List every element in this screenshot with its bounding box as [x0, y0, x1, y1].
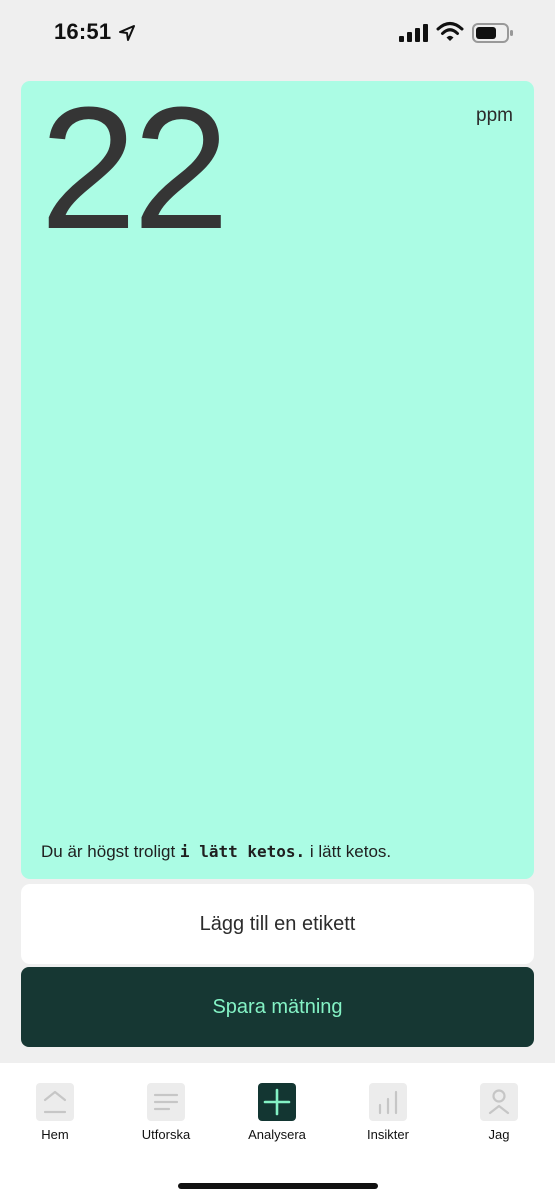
tab-analyze[interactable]: Analysera	[227, 1083, 327, 1142]
wifi-icon	[436, 22, 464, 41]
bottom-tab-bar: Hem Utforska Analysera Insikter Jag	[0, 1063, 555, 1200]
home-icon	[36, 1083, 74, 1121]
tab-insights[interactable]: Insikter	[338, 1083, 438, 1142]
tab-explore-label: Utforska	[141, 1127, 191, 1142]
tab-profile-label: Jag	[488, 1127, 510, 1142]
status-time: 16:51	[54, 19, 112, 44]
reading-value: 22	[40, 70, 230, 265]
ketone-reading-card: 22 ppm Du är högst troligt i lätt ketos.…	[21, 81, 534, 879]
reading-unit: ppm	[476, 105, 513, 126]
home-indicator[interactable]	[178, 1183, 378, 1189]
tab-insights-label: Insikter	[367, 1127, 409, 1142]
reading-message-emphasis: i lätt ketos.	[179, 842, 306, 861]
reading-message-prefix: Du är högst troligt	[41, 842, 176, 861]
plus-icon	[258, 1083, 296, 1121]
save-measurement-button[interactable]: Spara mätning	[21, 967, 534, 1047]
add-label-button[interactable]: Lägg till en etikett	[21, 884, 534, 964]
reading-message-suffix: i lätt ketos.	[309, 842, 392, 861]
bar-chart-icon	[369, 1083, 407, 1121]
status-bar: 16:51	[0, 0, 555, 66]
tab-analyze-label: Analysera	[248, 1127, 306, 1142]
tab-profile[interactable]: Jag	[449, 1083, 549, 1142]
tab-home-label: Hem	[41, 1127, 69, 1142]
battery-icon	[472, 23, 513, 43]
cellular-signal-icon	[399, 24, 428, 42]
list-icon	[147, 1083, 185, 1121]
reading-message: Du är högst troligt i lätt ketos. i lätt…	[41, 842, 391, 862]
tab-home[interactable]: Hem	[5, 1083, 105, 1142]
tab-explore[interactable]: Utforska	[116, 1083, 216, 1142]
profile-icon	[480, 1083, 518, 1121]
location-arrow-icon	[119, 25, 135, 41]
